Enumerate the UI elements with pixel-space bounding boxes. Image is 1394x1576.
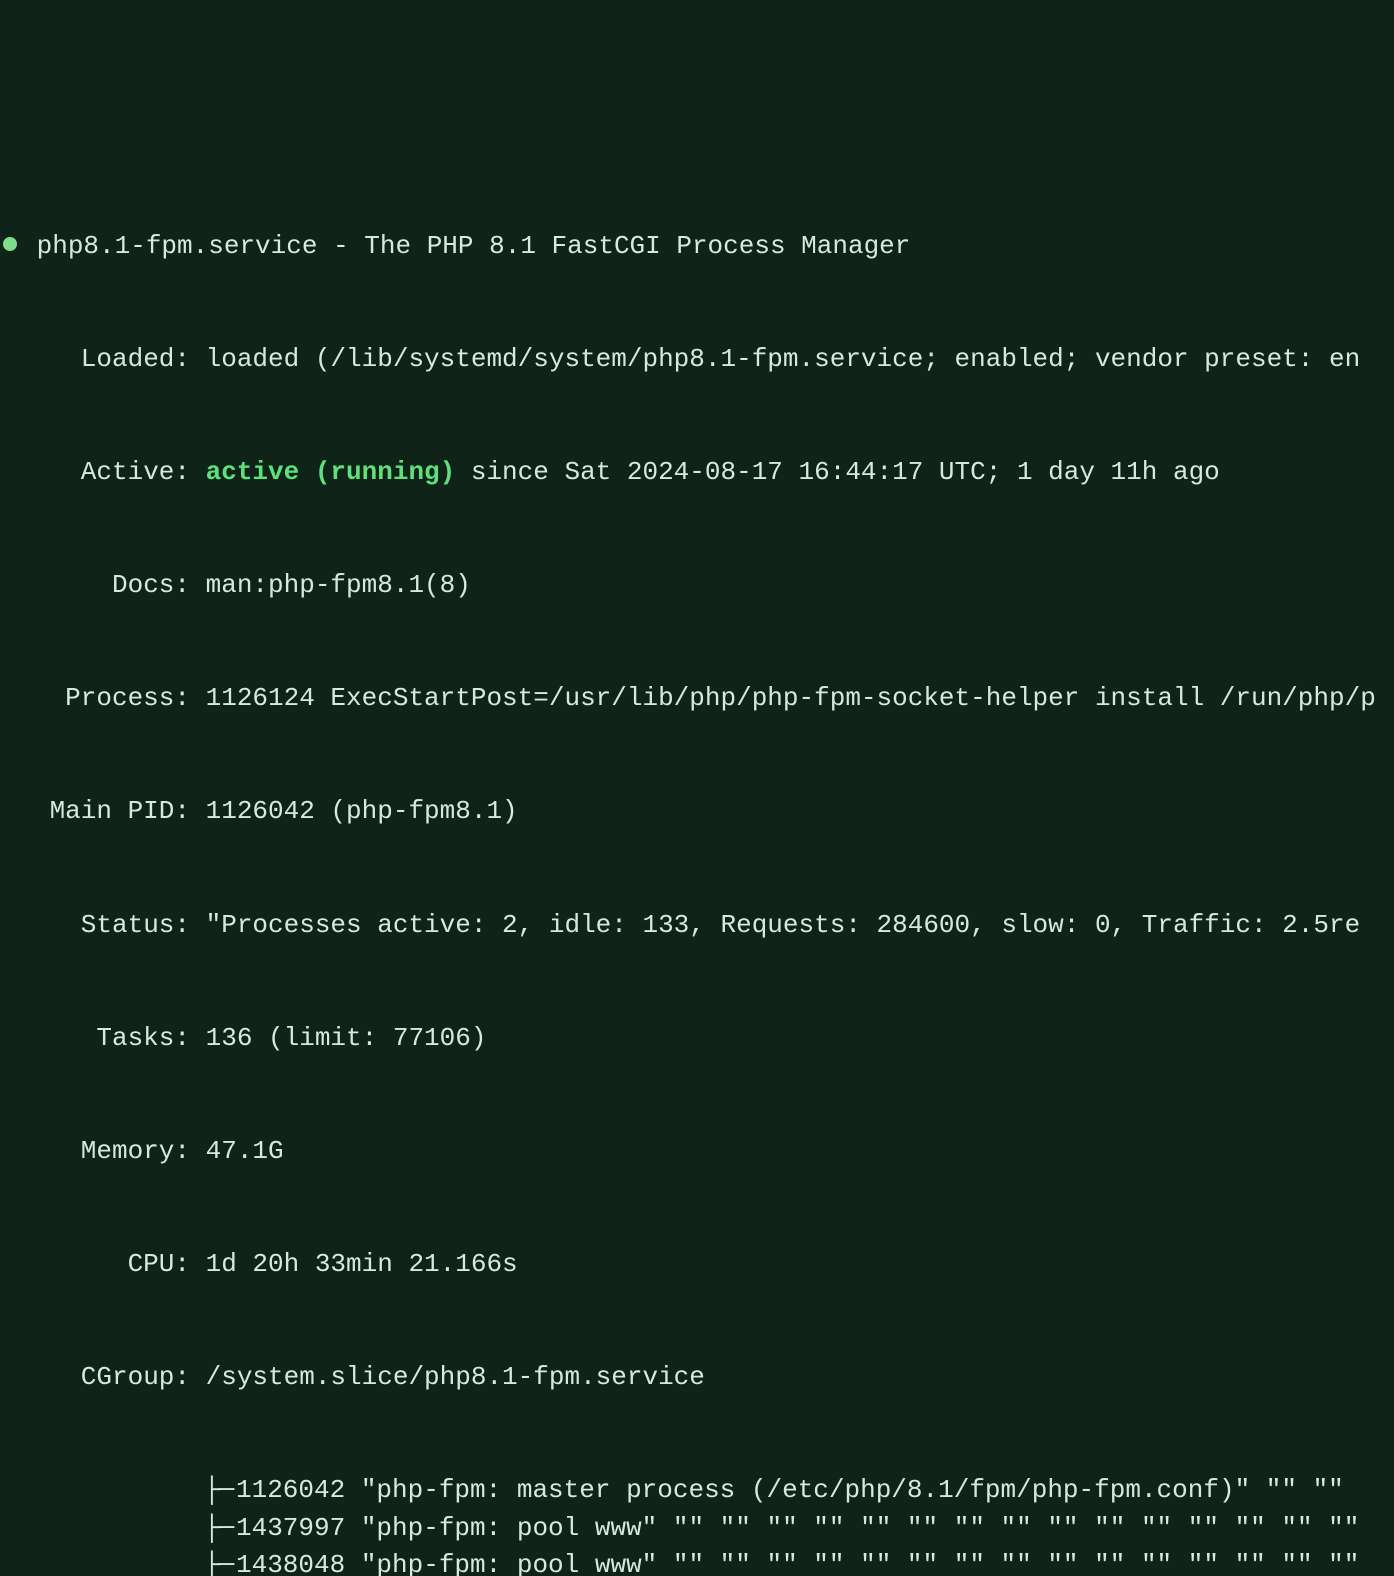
active-status: active (running)	[206, 457, 456, 487]
service-name: php8.1-fpm.service	[37, 231, 318, 261]
cgroup-process-tree: ├─1126042 "php-fpm: master process (/etc…	[0, 1472, 1394, 1576]
process-label: Process:	[0, 680, 190, 718]
process-tree-row: ├─1126042 "php-fpm: master process (/etc…	[0, 1472, 1394, 1510]
cgroup-value: /system.slice/php8.1-fpm.service	[206, 1362, 705, 1392]
cgroup-label: CGroup:	[0, 1359, 190, 1397]
tree-branch-icon: ├─	[204, 1510, 236, 1548]
cpu-label: CPU:	[0, 1246, 190, 1284]
status-value: "Processes active: 2, idle: 133, Request…	[206, 910, 1361, 940]
process-pid: 1126042	[236, 1475, 345, 1505]
active-line: Active: active (running) since Sat 2024-…	[0, 454, 1394, 492]
main-pid-value: 1126042 (php-fpm8.1)	[206, 796, 518, 826]
process-cmd: "php-fpm: pool www" "" "" "" "" "" "" ""…	[345, 1513, 1359, 1543]
status-line: Status: "Processes active: 2, idle: 133,…	[0, 907, 1394, 945]
active-since: since Sat 2024-08-17 16:44:17 UTC; 1 day…	[455, 457, 1220, 487]
loaded-value: loaded (/lib/systemd/system/php8.1-fpm.s…	[206, 344, 1361, 374]
docs-line: Docs: man:php-fpm8.1(8)	[0, 567, 1394, 605]
status-label: Status:	[0, 907, 190, 945]
cpu-line: CPU: 1d 20h 33min 21.166s	[0, 1246, 1394, 1284]
tasks-line: Tasks: 136 (limit: 77106)	[0, 1020, 1394, 1058]
tasks-value: 136 (limit: 77106)	[206, 1023, 487, 1053]
tree-branch-icon: ├─	[204, 1472, 236, 1510]
tree-branch-icon: ├─	[204, 1547, 236, 1576]
main-pid-line: Main PID: 1126042 (php-fpm8.1)	[0, 793, 1394, 831]
loaded-line: Loaded: loaded (/lib/systemd/system/php8…	[0, 341, 1394, 379]
cpu-value: 1d 20h 33min 21.166s	[206, 1249, 518, 1279]
memory-label: Memory:	[0, 1133, 190, 1171]
memory-value: 47.1G	[206, 1136, 284, 1166]
loaded-label: Loaded:	[0, 341, 190, 379]
main-pid-label: Main PID:	[0, 793, 190, 831]
docs-label: Docs:	[0, 567, 190, 605]
process-line: Process: 1126124 ExecStartPost=/usr/lib/…	[0, 680, 1394, 718]
process-cmd: "php-fpm: master process (/etc/php/8.1/f…	[345, 1475, 1344, 1505]
active-label: Active:	[0, 454, 190, 492]
cgroup-line: CGroup: /system.slice/php8.1-fpm.service	[0, 1359, 1394, 1397]
process-value: 1126124 ExecStartPost=/usr/lib/php/php-f…	[206, 683, 1376, 713]
docs-value: man:php-fpm8.1(8)	[206, 570, 471, 600]
tasks-label: Tasks:	[0, 1020, 190, 1058]
process-cmd: "php-fpm: pool www" "" "" "" "" "" "" ""…	[345, 1550, 1359, 1576]
service-description: The PHP 8.1 FastCGI Process Manager	[364, 231, 910, 261]
service-header-line: php8.1-fpm.service - The PHP 8.1 FastCGI…	[0, 228, 1394, 266]
process-tree-row: ├─1437997 "php-fpm: pool www" "" "" "" "…	[0, 1510, 1394, 1548]
process-pid: 1437997	[236, 1513, 345, 1543]
process-pid: 1438048	[236, 1550, 345, 1576]
systemctl-status-output: php8.1-fpm.service - The PHP 8.1 FastCGI…	[0, 153, 1394, 1576]
memory-line: Memory: 47.1G	[0, 1133, 1394, 1171]
process-tree-row: ├─1438048 "php-fpm: pool www" "" "" "" "…	[0, 1547, 1394, 1576]
status-dot-icon	[3, 237, 17, 251]
